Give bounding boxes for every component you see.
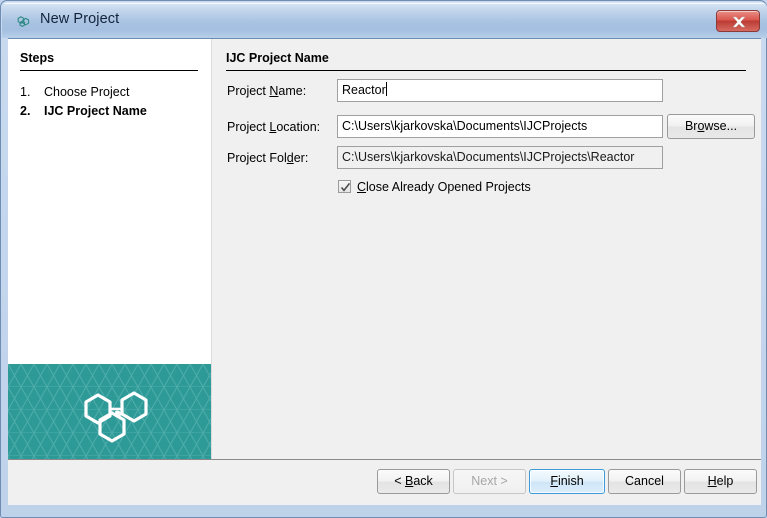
window-title: New Project xyxy=(40,11,120,27)
brand-logo-panel xyxy=(8,364,211,459)
project-folder-label: Project Folder: xyxy=(227,151,309,165)
step-label: IJC Project Name xyxy=(44,104,147,118)
checkmark-icon xyxy=(340,182,351,192)
mnemonic: C xyxy=(357,180,367,194)
project-folder-input: C:\Users\kjarkovska\Documents\IJCProject… xyxy=(337,146,663,169)
footer-bar: < Back Next > Finish Cancel Help xyxy=(8,460,761,505)
close-icon xyxy=(732,16,746,28)
step-number: 2. xyxy=(20,104,31,118)
cancel-button[interactable]: Cancel xyxy=(608,469,681,494)
dialog-screenshot: New Project Steps 1. Choose Project 2. IJC… xyxy=(0,0,767,518)
mnemonic: H xyxy=(707,474,717,488)
finish-button[interactable]: Finish xyxy=(529,469,605,494)
text-caret xyxy=(385,82,387,96)
steps-heading: Steps xyxy=(20,51,55,65)
title-bar-highlight xyxy=(4,3,765,4)
page-title-rule xyxy=(226,70,746,71)
step-item-choose-project[interactable]: 1. Choose Project xyxy=(20,85,129,99)
molecule-hexagon-icon xyxy=(15,13,32,30)
back-button[interactable]: < Back xyxy=(377,469,450,494)
project-name-label: Project Name: xyxy=(227,84,307,98)
project-name-value: Reactor xyxy=(342,83,386,97)
steps-heading-rule xyxy=(20,70,198,71)
page-title: IJC Project Name xyxy=(226,51,329,65)
browse-button[interactable]: Browse... xyxy=(667,114,755,139)
step-number: 1. xyxy=(20,85,31,99)
molecule-logo xyxy=(84,391,148,443)
mnemonic: F xyxy=(550,474,558,488)
project-location-input[interactable]: C:\Users\kjarkovska\Documents\IJCProject… xyxy=(337,115,663,138)
step-label: Choose Project xyxy=(44,85,130,99)
step-item-ijc-project-name[interactable]: 2. IJC Project Name xyxy=(20,104,147,118)
title-bar: New Project xyxy=(2,2,767,38)
help-button[interactable]: Help xyxy=(684,469,757,494)
checkbox-label: Close Already Opened Projects xyxy=(357,180,531,194)
next-button: Next > xyxy=(453,469,526,494)
main-panel: IJC Project Name Project Name: Reactor P… xyxy=(212,39,761,459)
close-button[interactable] xyxy=(716,10,760,32)
mnemonic: d xyxy=(286,151,294,165)
dialog-content: Steps 1. Choose Project 2. IJC Project Nam… xyxy=(8,38,761,505)
new-project-dialog-window: New Project Steps 1. Choose Project 2. IJC… xyxy=(0,0,767,518)
project-folder-value: C:\Users\kjarkovska\Documents\IJCProject… xyxy=(342,150,635,164)
project-location-value: C:\Users\kjarkovska\Documents\IJCProject… xyxy=(342,119,588,133)
project-location-label: Project Location: xyxy=(227,120,321,134)
checkbox-box xyxy=(338,180,351,193)
project-name-input[interactable]: Reactor xyxy=(337,79,663,102)
close-opened-projects-checkbox[interactable]: Close Already Opened Projects xyxy=(338,180,531,194)
